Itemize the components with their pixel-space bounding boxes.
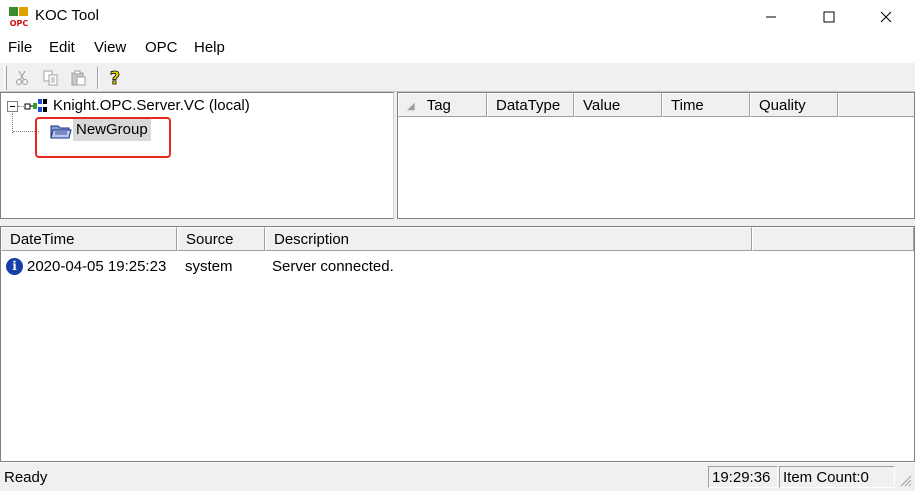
- toolbar: ?: [0, 62, 915, 92]
- help-button[interactable]: ?: [103, 66, 127, 90]
- column-header-source[interactable]: Source: [177, 227, 265, 251]
- menu-bar: File Edit View OPC Help: [0, 34, 915, 62]
- copy-icon: [43, 70, 58, 86]
- info-icon: i: [6, 258, 23, 275]
- horizontal-splitter[interactable]: [0, 219, 915, 226]
- toolbar-separator: [97, 67, 99, 89]
- tree-connector: [12, 113, 13, 133]
- column-header-datetime[interactable]: DateTime: [1, 227, 177, 251]
- maximize-icon: [823, 11, 835, 23]
- close-icon: [880, 11, 892, 23]
- sort-icon: ◢: [407, 101, 415, 112]
- column-header-filler: [838, 93, 914, 117]
- minimize-icon: [766, 16, 776, 18]
- opc-app-icon: OPC: [9, 7, 29, 28]
- cut-button[interactable]: [10, 66, 34, 90]
- cut-icon: [16, 70, 28, 85]
- status-item-count: Item Count:0: [779, 466, 895, 488]
- close-button[interactable]: [857, 0, 915, 34]
- menu-view[interactable]: View: [94, 39, 126, 56]
- status-text: Ready: [4, 469, 48, 486]
- maximize-button[interactable]: [800, 0, 858, 34]
- status-clock: 19:29:36: [708, 466, 778, 488]
- menu-edit[interactable]: Edit: [49, 39, 75, 56]
- log-description: Server connected.: [272, 258, 394, 275]
- tree-server-label[interactable]: Knight.OPC.Server.VC (local): [53, 97, 250, 114]
- event-log-list[interactable]: DateTime Source Description i 2020-04-05…: [0, 226, 915, 462]
- tag-list[interactable]: ◢ Tag DataType Value Time Quality: [397, 92, 915, 219]
- menu-file[interactable]: File: [8, 39, 32, 56]
- title-bar: OPC KOC Tool: [0, 0, 915, 34]
- column-header-description[interactable]: Description: [265, 227, 752, 251]
- column-header-time[interactable]: Time: [662, 93, 750, 117]
- paste-icon: [71, 70, 86, 86]
- log-datetime: 2020-04-05 19:25:23: [27, 258, 167, 275]
- status-bar: Ready 19:29:36 Item Count:0: [0, 462, 915, 491]
- column-header-datatype[interactable]: DataType: [487, 93, 574, 117]
- help-icon: ?: [109, 68, 120, 88]
- svg-text:?: ?: [110, 68, 120, 88]
- minimize-button[interactable]: [742, 0, 800, 34]
- resize-grip-icon[interactable]: [898, 473, 912, 487]
- tag-list-header: ◢ Tag DataType Value Time Quality: [398, 93, 914, 117]
- menu-help[interactable]: Help: [194, 39, 225, 56]
- log-list-header: DateTime Source Description: [1, 227, 914, 251]
- annotation-highlight-box: [35, 117, 171, 158]
- column-header-label: Tag: [426, 97, 451, 114]
- paste-button[interactable]: [66, 66, 90, 90]
- window-title: KOC Tool: [35, 7, 99, 24]
- server-node-icon: [24, 99, 47, 112]
- log-source: system: [185, 258, 233, 275]
- toolbar-grip[interactable]: [4, 66, 7, 90]
- log-row[interactable]: i 2020-04-05 19:25:23 system Server conn…: [1, 257, 914, 279]
- column-header-filler: [752, 227, 914, 251]
- copy-button[interactable]: [39, 66, 63, 90]
- menu-opc[interactable]: OPC: [145, 39, 178, 56]
- svg-text:OPC: OPC: [10, 19, 29, 28]
- column-header-value[interactable]: Value: [574, 93, 662, 117]
- server-tree[interactable]: Knight.OPC.Server.VC (local) NewGroup: [0, 92, 394, 219]
- tree-collapse-toggle[interactable]: [7, 101, 18, 112]
- column-header-tag[interactable]: ◢ Tag: [398, 93, 487, 117]
- column-header-quality[interactable]: Quality: [750, 93, 838, 117]
